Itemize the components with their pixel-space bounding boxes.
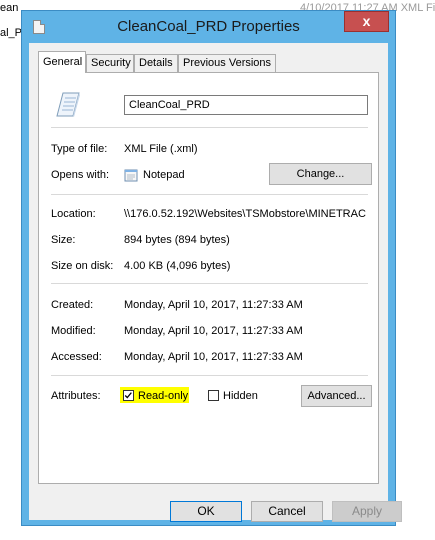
ok-button[interactable]: OK	[170, 501, 242, 522]
hidden-checkbox[interactable]	[208, 390, 219, 401]
location-label: Location:	[51, 208, 96, 220]
location-value: \\176.0.52.192\Websites\TSMobstore\MINET…	[124, 208, 366, 220]
size-value: 894 bytes (894 bytes)	[124, 234, 230, 246]
hidden-label[interactable]: Hidden	[223, 390, 258, 402]
apply-button[interactable]: Apply	[332, 501, 402, 522]
separator	[51, 375, 368, 376]
xml-file-icon	[56, 92, 80, 117]
checkmark-icon	[124, 392, 132, 399]
general-panel: Type of file: XML File (.xml) Opens with…	[38, 72, 379, 484]
read-only-label[interactable]: Read-only	[138, 390, 188, 402]
background-file-name: ean	[0, 2, 19, 14]
modified-value: Monday, April 10, 2017, 11:27:33 AM	[124, 325, 303, 337]
size-on-disk-label: Size on disk:	[51, 260, 114, 272]
attributes-label: Attributes:	[51, 390, 101, 402]
dialog-client: General Security Details Previous Versio…	[29, 43, 402, 522]
notepad-icon	[124, 169, 138, 182]
close-button[interactable]: x	[344, 11, 389, 32]
tab-general[interactable]: General	[38, 51, 86, 73]
background-file-name-2: al_P	[0, 27, 23, 39]
window-title: CleanCoal_PRD Properties	[117, 18, 300, 35]
tab-details[interactable]: Details	[134, 54, 178, 72]
type-label: Type of file:	[51, 143, 108, 155]
tab-security[interactable]: Security	[86, 54, 134, 72]
type-value: XML File (.xml)	[124, 143, 198, 155]
modified-label: Modified:	[51, 325, 96, 337]
file-name-field[interactable]	[124, 95, 368, 115]
size-on-disk-value: 4.00 KB (4,096 bytes)	[124, 260, 231, 272]
advanced-button[interactable]: Advanced...	[301, 385, 372, 407]
cancel-button[interactable]: Cancel	[251, 501, 323, 522]
opens-with-label: Opens with:	[51, 169, 110, 181]
opens-with-value: Notepad	[143, 169, 185, 181]
accessed-value: Monday, April 10, 2017, 11:27:33 AM	[124, 351, 303, 363]
created-value: Monday, April 10, 2017, 11:27:33 AM	[124, 299, 303, 311]
title-bar[interactable]: CleanCoal_PRD Properties x	[22, 11, 395, 44]
tab-previous-versions[interactable]: Previous Versions	[178, 54, 276, 72]
created-label: Created:	[51, 299, 94, 311]
change-button[interactable]: Change...	[269, 163, 372, 185]
properties-window: CleanCoal_PRD Properties x General Secur…	[21, 10, 402, 526]
separator	[51, 194, 368, 195]
accessed-label: Accessed:	[51, 351, 102, 363]
read-only-checkbox[interactable]	[123, 390, 134, 401]
separator	[51, 127, 368, 128]
size-label: Size:	[51, 234, 76, 246]
separator	[51, 283, 368, 284]
